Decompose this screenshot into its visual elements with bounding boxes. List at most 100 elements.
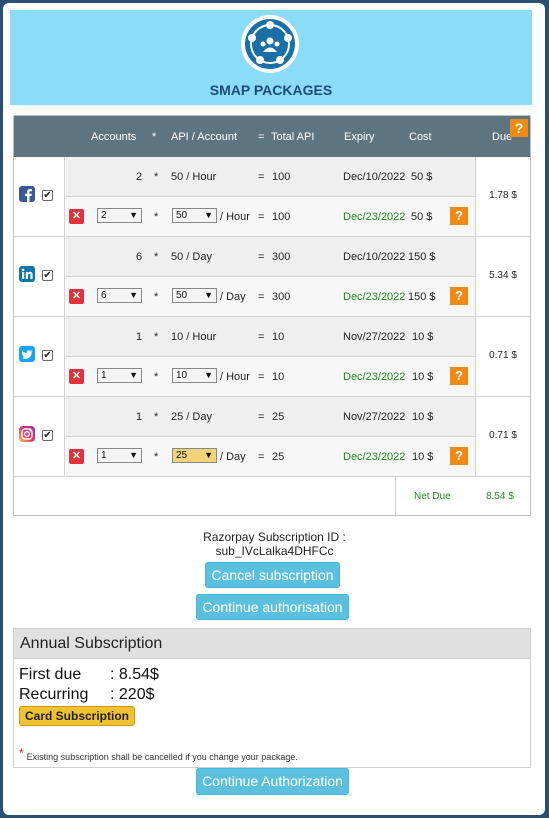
help-icon[interactable]: ? xyxy=(450,207,468,225)
chevron-down-icon: ▼ xyxy=(129,210,138,220)
accounts-select[interactable]: 1 ▼ xyxy=(97,448,142,463)
help-icon[interactable]: ? xyxy=(450,447,468,465)
first-due-label: First due xyxy=(19,666,82,683)
current-expiry: Dec/10/2022 xyxy=(343,171,406,183)
current-api: 50 / Hour xyxy=(171,171,217,183)
remove-icon[interactable]: ✕ xyxy=(69,209,84,224)
header-equals: = xyxy=(258,131,265,143)
razorpay-id: sub_IVcLalka4DHFCc xyxy=(215,544,334,558)
network-cell: ✔ xyxy=(14,397,65,477)
header-cost: Cost xyxy=(409,131,432,143)
times-sign: * xyxy=(154,291,159,303)
razorpay-label: Razorpay Subscription ID : xyxy=(203,530,346,544)
first-due-value: : 8.54$ xyxy=(110,666,159,683)
current-expiry: Nov/27/2022 xyxy=(343,331,406,343)
api-select[interactable]: 50 ▼ xyxy=(172,208,217,223)
new-expiry: Dec/23/2022 xyxy=(343,211,406,223)
current-package-row: 6 * 50 / Day = 300 Dec/10/2022 150 $ xyxy=(66,237,475,277)
include-checkbox[interactable]: ✔ xyxy=(42,190,53,201)
include-checkbox[interactable]: ✔ xyxy=(42,350,53,361)
table-header: Accounts * API / Account = Total API Exp… xyxy=(14,116,530,157)
current-api: 10 / Hour xyxy=(171,331,217,343)
new-expiry: Dec/23/2022 xyxy=(343,371,406,383)
due-cell: 0.71 $ xyxy=(475,397,530,477)
api-unit: / Day xyxy=(220,291,246,303)
equals-sign: = xyxy=(258,211,265,223)
net-due-label: Net Due xyxy=(414,491,451,502)
api-unit: / Day xyxy=(220,451,246,463)
subscription-note: * Existing subscription shall be cancelle… xyxy=(19,746,298,763)
chevron-down-icon: ▼ xyxy=(129,290,138,300)
api-select[interactable]: 50 ▼ xyxy=(172,288,217,303)
accounts-select-value: 1 xyxy=(101,370,107,381)
facebook-icon xyxy=(19,186,35,202)
api-select[interactable]: 10 ▼ xyxy=(172,368,217,383)
due-value: 1.78 $ xyxy=(489,190,517,201)
equals-sign: = xyxy=(258,251,265,263)
times-sign: * xyxy=(154,371,159,383)
include-checkbox[interactable]: ✔ xyxy=(42,430,53,441)
new-package-row: ✕ 6 ▼ * 50 ▼ / Day = 300 Dec/23/2022 150 $… xyxy=(66,277,475,317)
current-cost: 10 $ xyxy=(412,331,434,343)
accounts-select[interactable]: 2 ▼ xyxy=(97,208,142,223)
new-total: 10 xyxy=(272,371,285,383)
continue-authorisation-button[interactable]: Continue authorisation xyxy=(196,594,349,620)
annual-subscription-panel: Annual Subscription First due : 8.54$ Re… xyxy=(13,628,531,768)
api-select-value: 25 xyxy=(176,450,188,461)
equals-sign: = xyxy=(258,291,265,303)
current-total: 10 xyxy=(272,331,285,343)
current-package-row: 1 * 25 / Day = 25 Nov/27/2022 10 $ xyxy=(66,397,475,437)
times-sign: * xyxy=(154,251,159,263)
accounts-select[interactable]: 1 ▼ xyxy=(97,368,142,383)
api-unit: / Hour xyxy=(220,371,250,383)
remove-icon[interactable]: ✕ xyxy=(69,289,84,304)
help-icon[interactable]: ? xyxy=(450,287,468,305)
new-cost: 50 $ xyxy=(411,211,433,223)
chevron-down-icon: ▼ xyxy=(204,290,213,300)
new-total: 300 xyxy=(272,291,291,303)
new-package-row: ✕ 2 ▼ * 50 ▼ / Hour = 100 Dec/23/2022 50 $… xyxy=(66,197,475,237)
due-value: 0.71 $ xyxy=(489,350,517,361)
current-expiry: Nov/27/2022 xyxy=(343,411,406,423)
chevron-down-icon: ▼ xyxy=(129,450,138,460)
api-select[interactable]: 25 ▼ xyxy=(172,448,217,463)
current-total: 25 xyxy=(272,411,285,423)
instagram-icon xyxy=(19,426,35,442)
due-cell: 5.34 $ xyxy=(475,237,530,317)
current-accounts: 1 xyxy=(136,411,143,423)
annual-subscription-title: Annual Subscription xyxy=(14,629,530,659)
package-row-linkedin: ✔ 6 * 50 / Day = 300 Dec/10/2022 150 $ ✕… xyxy=(14,237,530,317)
due-cell: 1.78 $ xyxy=(475,157,530,237)
note-text: Existing subscription shall be cancelled… xyxy=(26,752,298,762)
new-cost: 10 $ xyxy=(412,371,434,383)
current-cost: 150 $ xyxy=(408,251,436,263)
include-checkbox[interactable]: ✔ xyxy=(42,270,53,281)
card-subscription-button[interactable]: Card Subscription xyxy=(19,706,135,726)
remove-icon[interactable]: ✕ xyxy=(69,449,84,464)
current-package-row: 1 * 10 / Hour = 10 Nov/27/2022 10 $ xyxy=(66,317,475,357)
linkedin-icon xyxy=(19,266,35,282)
equals-sign: = xyxy=(258,411,265,423)
accounts-select[interactable]: 6 ▼ xyxy=(97,288,142,303)
due-value: 0.71 $ xyxy=(489,430,517,441)
help-icon[interactable]: ? xyxy=(450,367,468,385)
equals-sign: = xyxy=(258,171,265,183)
help-icon[interactable]: ? xyxy=(510,119,528,137)
accounts-select-value: 6 xyxy=(101,290,107,301)
continue-authorization-button[interactable]: Continue Authorization xyxy=(196,768,349,795)
current-cost: 50 $ xyxy=(411,171,433,183)
package-row-instagram: ✔ 1 * 25 / Day = 25 Nov/27/2022 10 $ ✕ 1… xyxy=(14,397,530,477)
new-expiry: Dec/23/2022 xyxy=(343,291,406,303)
accounts-select-value: 2 xyxy=(101,210,107,221)
new-cost: 10 $ xyxy=(412,451,434,463)
required-asterisk: * xyxy=(19,746,24,760)
header-expiry: Expiry xyxy=(344,131,375,143)
header-api-per-account: API / Account xyxy=(171,131,238,143)
accounts-select-value: 1 xyxy=(101,450,107,461)
due-cell: 0.71 $ xyxy=(475,317,530,397)
chevron-down-icon: ▼ xyxy=(204,450,213,460)
remove-icon[interactable]: ✕ xyxy=(69,369,84,384)
api-select-value: 10 xyxy=(176,370,188,381)
new-package-row: ✕ 1 ▼ * 10 ▼ / Hour = 10 Dec/23/2022 10 $ … xyxy=(66,357,475,397)
cancel-subscription-button[interactable]: Cancel subscription xyxy=(205,562,340,588)
